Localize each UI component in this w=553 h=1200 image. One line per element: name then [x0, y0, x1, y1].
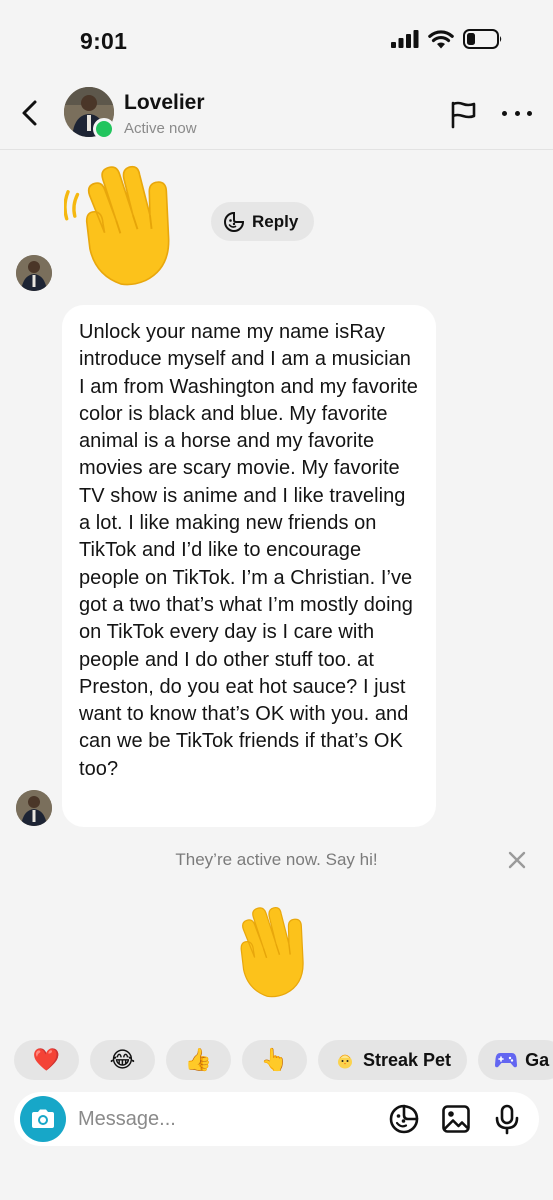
status-time: 9:01 — [80, 28, 128, 54]
battery-icon — [463, 29, 502, 49]
microphone-icon[interactable] — [491, 1103, 523, 1135]
reaction-chip-thumbs-up[interactable]: 👍 — [166, 1040, 231, 1080]
message-bubble[interactable]: Unlock your name my name isRay introduce… — [62, 305, 436, 827]
waving-hand-icon[interactable] — [224, 898, 326, 1000]
message-input[interactable] — [78, 1102, 318, 1136]
waving-hand-icon — [64, 165, 170, 286]
status-bar: 9:01 — [0, 0, 553, 80]
games-label: Ga — [525, 1049, 550, 1070]
more-options-button[interactable] — [502, 100, 532, 126]
reaction-chip-point-up[interactable]: 👆 — [242, 1040, 307, 1080]
reply-button[interactable]: Reply — [211, 202, 315, 241]
more-icon — [502, 110, 507, 116]
active-hint: They’re active now. Say hi! — [175, 850, 378, 869]
sender-avatar[interactable] — [16, 790, 52, 826]
flag-icon — [451, 101, 476, 129]
game-controller-icon — [495, 1053, 518, 1068]
sender-avatar[interactable] — [16, 255, 52, 291]
sticker-icon[interactable] — [388, 1103, 420, 1135]
streak-pet-button[interactable]: Streak Pet — [318, 1040, 468, 1080]
status-icons — [391, 29, 503, 49]
reaction-chip-heart[interactable]: ❤️ — [14, 1040, 79, 1080]
contact-status: Active now — [124, 120, 197, 137]
close-icon[interactable] — [506, 849, 528, 871]
reaction-chip-laugh[interactable]: 😂 — [90, 1040, 155, 1080]
image-icon[interactable] — [440, 1103, 472, 1135]
contact-name[interactable]: Lovelier — [124, 91, 205, 115]
message-composer — [14, 1092, 539, 1146]
camera-icon — [32, 1109, 54, 1128]
back-button[interactable] — [14, 96, 44, 130]
message-text: Unlock your name my name isRay introduce… — [79, 321, 418, 780]
reply-label: Reply — [252, 211, 299, 231]
quick-reactions-row: ❤️ 😂 👍 👆 Streak Pet Ga — [14, 1040, 553, 1080]
streak-pet-label: Streak Pet — [363, 1049, 452, 1070]
chat-header: Lovelier Active now — [0, 80, 553, 150]
report-button[interactable] — [448, 99, 478, 129]
online-indicator — [93, 118, 115, 140]
camera-button[interactable] — [20, 1096, 66, 1142]
wifi-icon — [428, 29, 454, 48]
signal-icon — [391, 30, 419, 48]
games-button[interactable]: Ga — [478, 1040, 553, 1080]
sticker-reply-icon — [224, 211, 245, 232]
pet-chick-icon — [338, 1054, 352, 1069]
back-arrow-icon — [22, 100, 37, 126]
